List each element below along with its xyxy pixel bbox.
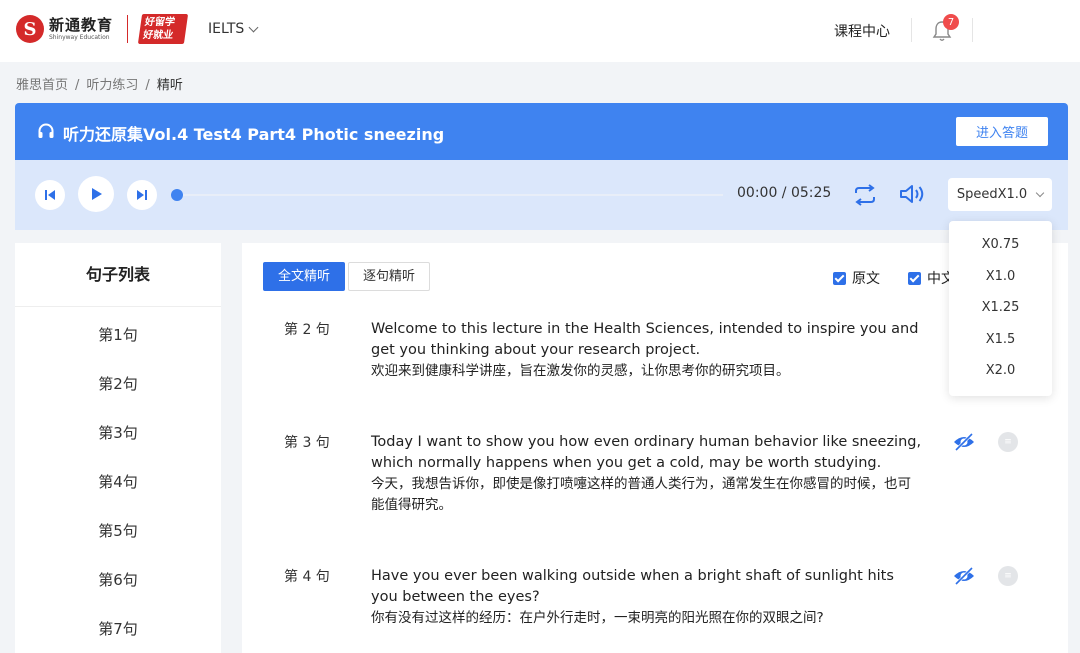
top-nav: S 新通教育 Shinyway Education 好留学 好就业 IELTS … (0, 0, 1080, 62)
previous-button[interactable] (35, 180, 65, 210)
progress-handle[interactable] (171, 189, 183, 201)
breadcrumb-current: 精听 (156, 78, 183, 93)
logo-name: 新通教育 (49, 15, 114, 34)
course-center-link[interactable]: 课程中心 (834, 21, 890, 41)
sentence-english: Have you ever been walking outside when … (371, 568, 894, 605)
sidebar-item-sentence-5[interactable]: 第5句 (15, 503, 221, 552)
sentence-chinese: 你有没有过这样的经历：在户外行走时，一束明亮的阳光照在你的双眼之间? (371, 610, 824, 626)
lesson-title: 听力还原集Vol.4 Test4 Part4 Photic sneezing (63, 125, 445, 144)
speed-option-1.5[interactable]: X1.5 (949, 324, 1052, 356)
speed-selector[interactable]: SpeedX1.0 (948, 178, 1052, 211)
progress-bar[interactable] (183, 194, 723, 196)
sentence-chinese: 今天，我想告诉你，即使是像打喷嚏这样的普通人类行为，通常发生在你感冒的时候，也可… (371, 476, 911, 513)
chevron-down-icon (1035, 188, 1045, 197)
sentence-number: 第 3 句 (284, 435, 330, 451)
sentence-list: 句子列表 第1句 第2句 第3句 第4句 第5句 第6句 第7句 (15, 243, 221, 653)
playback-time: 00:00 / 05:25 (737, 185, 832, 201)
volume-icon[interactable] (899, 183, 927, 205)
eye-hidden-icon[interactable] (952, 566, 976, 586)
repeat-icon[interactable] (853, 184, 877, 206)
speed-option-1.25[interactable]: X1.25 (949, 292, 1052, 324)
enter-answer-button[interactable]: 进入答题 (956, 117, 1048, 146)
next-button[interactable] (127, 180, 157, 210)
sidebar-item-sentence-4[interactable]: 第4句 (15, 454, 221, 503)
exam-selector[interactable]: IELTS (208, 21, 259, 37)
skip-forward-icon (137, 190, 147, 200)
tab-full-text[interactable]: 全文精听 (263, 262, 346, 291)
notification-badge: 7 (943, 14, 959, 30)
tab-by-sentence[interactable]: 逐句精听 (348, 262, 431, 291)
sentence-row: 第 4 句 Have you ever been walking outside… (284, 566, 1044, 636)
sentence-english: Welcome to this lecture in the Health Sc… (371, 321, 919, 358)
slogan-badge: 好留学 好就业 (137, 14, 189, 44)
speed-option-2.0[interactable]: X2.0 (949, 355, 1052, 387)
breadcrumb: 雅思首页 / 听力练习 / 精听 (16, 78, 183, 93)
chevron-down-icon (248, 22, 259, 32)
speed-option-0.75[interactable]: X0.75 (949, 229, 1052, 261)
play-button[interactable] (78, 176, 114, 212)
sentence-english: Today I want to show you how even ordina… (371, 434, 922, 471)
sidebar-item-sentence-1[interactable]: 第1句 (15, 307, 221, 356)
headphones-icon (38, 123, 54, 138)
breadcrumb-listening[interactable]: 听力练习 (86, 78, 138, 93)
sidebar-item-sentence-3[interactable]: 第3句 (15, 405, 221, 454)
speed-label: SpeedX1.0 (956, 187, 1028, 202)
skip-back-icon (45, 190, 55, 200)
logo-english: Shinyway Education (49, 33, 110, 41)
sentence-list-title: 句子列表 (15, 243, 221, 307)
notes-icon[interactable]: ≡ (998, 432, 1018, 452)
breadcrumb-home[interactable]: 雅思首页 (16, 78, 68, 93)
nav-divider (972, 18, 973, 42)
original-text-checkbox[interactable]: 原文 (833, 268, 880, 288)
original-text-label: 原文 (852, 271, 880, 287)
speed-option-1.0[interactable]: X1.0 (949, 261, 1052, 293)
sentence-row: 第 2 句 Welcome to this lecture in the Hea… (284, 319, 1044, 389)
eye-hidden-icon[interactable] (952, 432, 976, 452)
sidebar-item-sentence-7[interactable]: 第7句 (15, 601, 221, 650)
sentence-number: 第 2 句 (284, 322, 330, 338)
sentence-row: 第 3 句 Today I want to show you how even … (284, 432, 1044, 522)
nav-divider (911, 18, 912, 42)
sidebar-item-sentence-2[interactable]: 第2句 (15, 356, 221, 405)
lesson-title-bar: 听力还原集Vol.4 Test4 Part4 Photic sneezing 进… (15, 103, 1068, 160)
sentence-chinese: 欢迎来到健康科学讲座，旨在激发你的灵感，让你思考你的研究项目。 (371, 363, 790, 379)
audio-player: 00:00 / 05:25 SpeedX1.0 (15, 160, 1068, 230)
checkbox-checked-icon (833, 271, 846, 285)
transcript-panel: 全文精听 逐句精听 原文 中文 第 2 句 Welcome to this le… (242, 243, 1068, 653)
sidebar-item-sentence-6[interactable]: 第6句 (15, 552, 221, 601)
logo-s-icon: S (16, 15, 44, 43)
notes-icon[interactable]: ≡ (998, 566, 1018, 586)
checkbox-checked-icon (908, 271, 921, 285)
brand-logo[interactable]: S 新通教育 Shinyway Education 好留学 好就业 (16, 14, 189, 44)
chinese-checkbox[interactable]: 中文 (908, 268, 955, 288)
play-icon (92, 188, 102, 200)
exam-label: IELTS (208, 21, 245, 37)
sentence-number: 第 4 句 (284, 569, 330, 585)
logo-divider (127, 15, 129, 43)
speed-dropdown-menu: X0.75 X1.0 X1.25 X1.5 X2.0 (949, 221, 1052, 396)
